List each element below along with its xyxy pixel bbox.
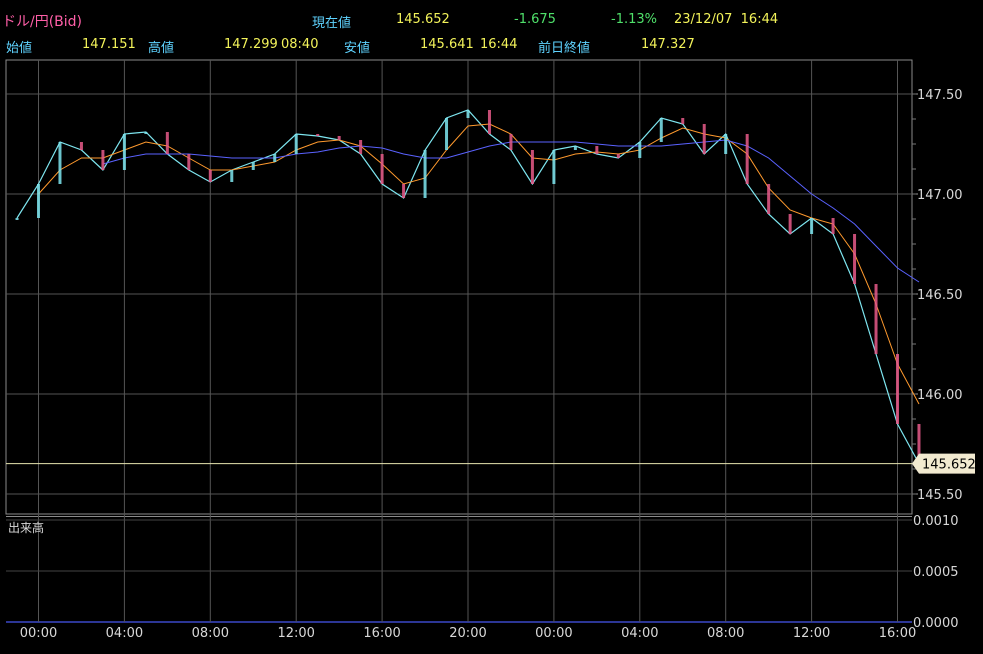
price-candle [466,110,470,118]
x-tick-label: 20:00 [449,626,486,641]
price-candle [15,218,19,220]
price-candle [423,150,427,198]
price-chart[interactable]: 00:00 04:00 08:00 12:00 16:00 20:00 00:00 04:00… [0,0,983,654]
price-candle [530,150,534,184]
price-candle [724,134,728,154]
price-candle [552,150,556,184]
price-candle [788,214,792,234]
volume-y-tick-label: 0.0005 [913,565,959,580]
price-candle [101,150,105,170]
price-candle [659,118,663,142]
price-candle [144,132,148,134]
volume-y-tick-label: 0.0010 [913,514,959,529]
price-candle [681,118,685,124]
x-tick-label: 16:00 [363,626,400,641]
volume-y-tick-label: 0.0000 [913,616,959,631]
x-tick-label: 08:00 [707,626,744,641]
price-candle [251,162,255,170]
x-tick-label: 12:00 [793,626,830,641]
price-candle [831,218,835,234]
price-candle [896,354,899,424]
price-candle [445,118,449,150]
price-candle [402,184,406,198]
ma-long-line [102,139,920,283]
y-tick-label: 147.50 [917,88,963,103]
price-candle [810,218,814,234]
price-candle [316,134,320,136]
x-tick-label: 04:00 [106,626,143,641]
price-candle [595,146,599,154]
price-candle [702,124,706,154]
price-candle [509,134,513,150]
price-candle [767,184,771,214]
price-candle [573,146,577,150]
price-candle [616,154,620,158]
price-candle [79,142,83,150]
x-tick-label: 16:00 [879,626,916,641]
price-candle [165,132,169,154]
x-tick-label: 04:00 [621,626,658,641]
current-price-tag: 145.652 [922,458,976,473]
x-tick-label: 12:00 [277,626,314,641]
price-candle [745,134,749,184]
price-candle [487,110,491,134]
price-candle [853,234,857,284]
price-candle [208,170,212,182]
y-tick-label: 146.00 [917,388,963,403]
y-tick-label: 147.00 [917,188,963,203]
price-candle [337,136,341,140]
price-candle [638,142,642,158]
y-tick-label: 146.50 [917,288,963,303]
main-plot-frame [5,59,913,515]
price-candle [230,170,234,182]
price-candle [122,134,126,170]
price-candle [187,154,191,170]
x-tick-label: 00:00 [20,626,57,641]
y-tick-label: 145.50 [917,488,963,503]
x-tick-label: 00:00 [535,626,572,641]
price-candle [37,184,40,218]
price-candle [874,284,878,354]
price-candle [273,154,277,162]
volume-label: 出来高 [8,521,45,535]
ma-short-line [38,123,920,405]
price-candle [58,142,62,184]
price-candle [294,134,298,154]
x-tick-label: 08:00 [192,626,229,641]
price-candle [359,140,363,154]
price-candle [380,154,384,184]
